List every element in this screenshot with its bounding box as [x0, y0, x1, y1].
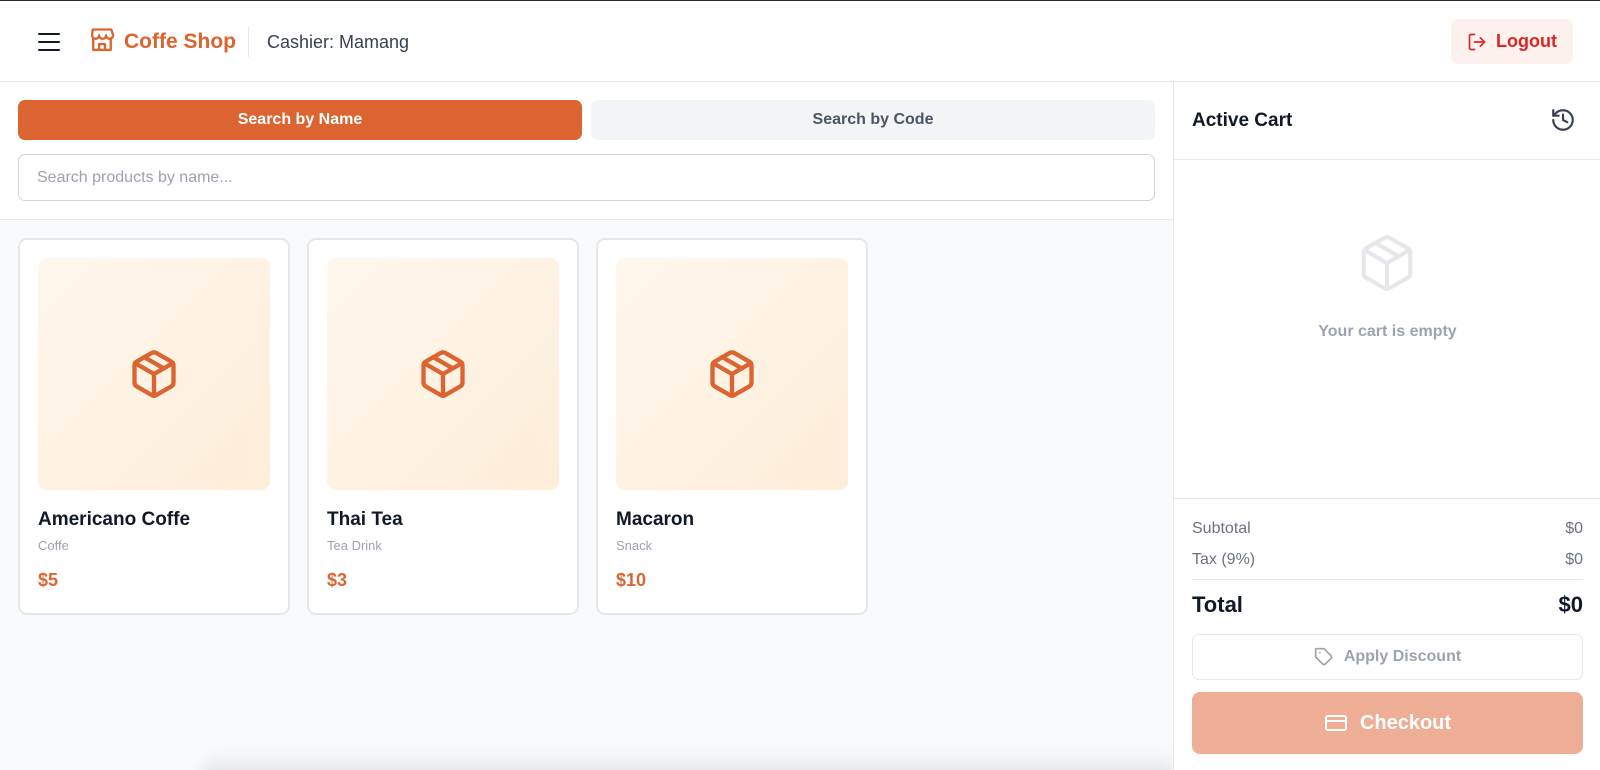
apply-discount-label: Apply Discount [1343, 648, 1462, 665]
menu-icon[interactable] [36, 30, 62, 54]
checkout-label: Checkout [1359, 711, 1452, 734]
product-price: $10 [616, 570, 647, 590]
product-name: Thai Tea [327, 509, 403, 530]
product-price: $5 [38, 570, 59, 590]
history-icon[interactable] [1550, 107, 1576, 133]
package-icon [421, 350, 465, 399]
total-value: $0 [1558, 592, 1583, 617]
top-bar: Coffe Shop Cashier: Mamang Logout [0, 1, 1600, 82]
logout-button[interactable]: Logout [1451, 19, 1573, 64]
tax-row: Tax (9%) $0 [1192, 551, 1583, 569]
product-category: Tea Drink [327, 538, 382, 553]
cart-summary: Subtotal $0 Tax (9%) $0 Total $0 Apply D… [1174, 498, 1600, 770]
logout-label: Logout [1496, 31, 1557, 51]
search-area: Search by Name Search by Code [0, 82, 1173, 220]
empty-cart-package-icon [1361, 235, 1413, 292]
total-row: Total $0 [1192, 592, 1583, 618]
product-name: Macaron [616, 509, 695, 530]
tax-label: Tax (9%) [1192, 551, 1256, 568]
subtotal-value: $0 [1565, 520, 1583, 537]
product-price: $3 [327, 570, 348, 590]
brand-name: Coffe Shop [124, 30, 236, 53]
product-name: Americano Coffe [38, 509, 191, 530]
product-image [616, 258, 848, 490]
subtotal-label: Subtotal [1192, 520, 1251, 537]
total-label: Total [1192, 592, 1243, 617]
checkout-button[interactable]: Checkout [1192, 692, 1583, 754]
product-card[interactable]: Americano Coffe Coffe $5 [18, 238, 290, 615]
product-category: Snack [616, 538, 653, 553]
package-icon [132, 350, 176, 399]
product-category: Coffe [38, 538, 69, 553]
package-icon [710, 350, 754, 399]
tab-search-by-name[interactable]: Search by Name [18, 100, 582, 140]
tab-search-by-code[interactable]: Search by Code [591, 100, 1155, 140]
search-input[interactable] [18, 154, 1155, 201]
product-card[interactable]: Macaron Snack $10 [596, 238, 868, 615]
tax-value: $0 [1565, 551, 1583, 568]
product-image [327, 258, 559, 490]
logout-icon [1468, 33, 1486, 50]
cart-panel: Active Cart Your cart is empty Subtotal … [1173, 82, 1600, 770]
cart-title: Active Cart [1192, 110, 1293, 131]
product-image [38, 258, 270, 490]
subtotal-row: Subtotal $0 [1192, 520, 1583, 538]
cashier-label: Cashier: Mamang [267, 32, 410, 52]
credit-card-icon [1324, 715, 1347, 731]
summary-divider [1192, 579, 1583, 580]
store-icon [90, 28, 115, 52]
empty-cart-text: Your cart is empty [1318, 323, 1457, 340]
bottom-shadow [200, 750, 1173, 770]
tag-icon [1314, 647, 1333, 666]
product-panel: Search by Name Search by Code Americano … [0, 82, 1173, 770]
cart-header: Active Cart [1174, 82, 1600, 160]
product-card[interactable]: Thai Tea Tea Drink $3 [307, 238, 579, 615]
header-divider [248, 27, 249, 57]
apply-discount-button[interactable]: Apply Discount [1192, 634, 1583, 680]
